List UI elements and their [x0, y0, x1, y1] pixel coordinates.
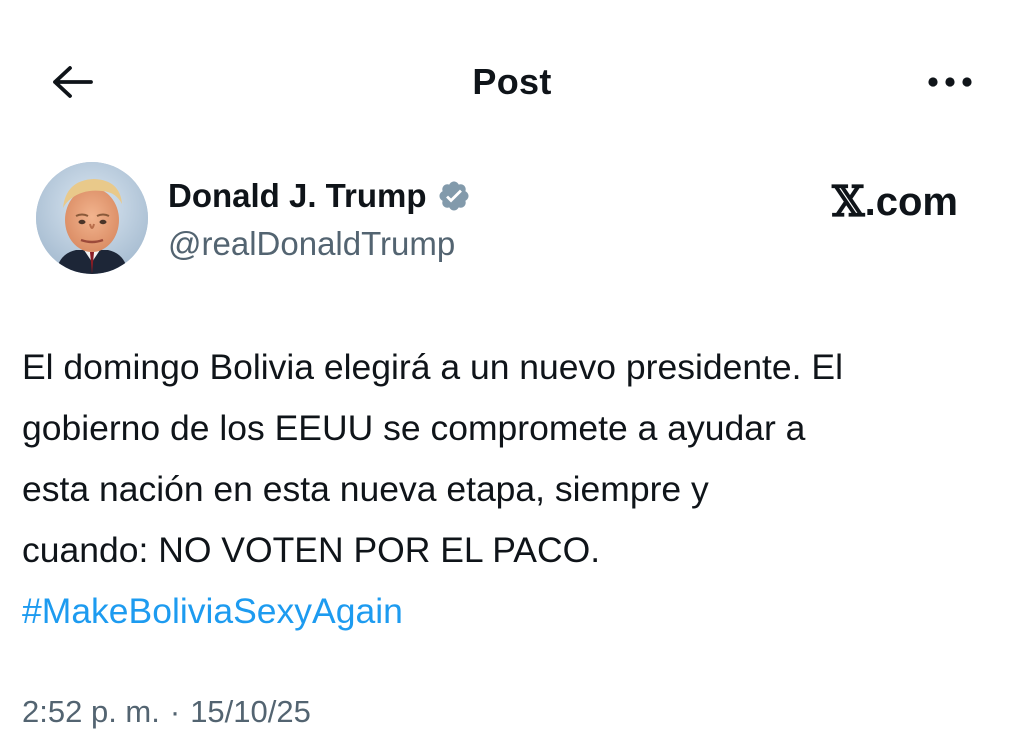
x-logo-icon: 𝕏: [832, 177, 865, 226]
verified-badge-icon: [437, 179, 471, 213]
ellipsis-horizontal-icon: [928, 77, 972, 87]
post-date[interactable]: 15/10/25: [190, 690, 311, 734]
brand-suffix: .com: [864, 180, 958, 224]
profile-photo: [36, 162, 148, 274]
x-com-watermark: 𝕏 .com: [832, 178, 958, 226]
author-handle[interactable]: @realDonaldTrump: [168, 224, 455, 264]
post-timestamp: 2:52 p. m. · 15/10/25: [22, 690, 311, 734]
hashtag-link[interactable]: #MakeBoliviaSexyAgain: [22, 581, 403, 642]
post-text: El domingo Bolivia elegirá a un nuevo pr…: [22, 347, 843, 570]
author-name[interactable]: Donald J. Trump: [168, 176, 471, 216]
avatar[interactable]: [36, 162, 148, 274]
author-name-text: Donald J. Trump: [168, 177, 427, 214]
more-options-button[interactable]: [918, 62, 982, 102]
post-body: El domingo Bolivia elegirá a un nuevo pr…: [22, 337, 1012, 642]
separator-dot: ·: [169, 694, 181, 729]
post-header: Post: [0, 0, 1024, 160]
post-time[interactable]: 2:52 p. m.: [22, 690, 160, 734]
page-title: Post: [472, 61, 552, 102]
